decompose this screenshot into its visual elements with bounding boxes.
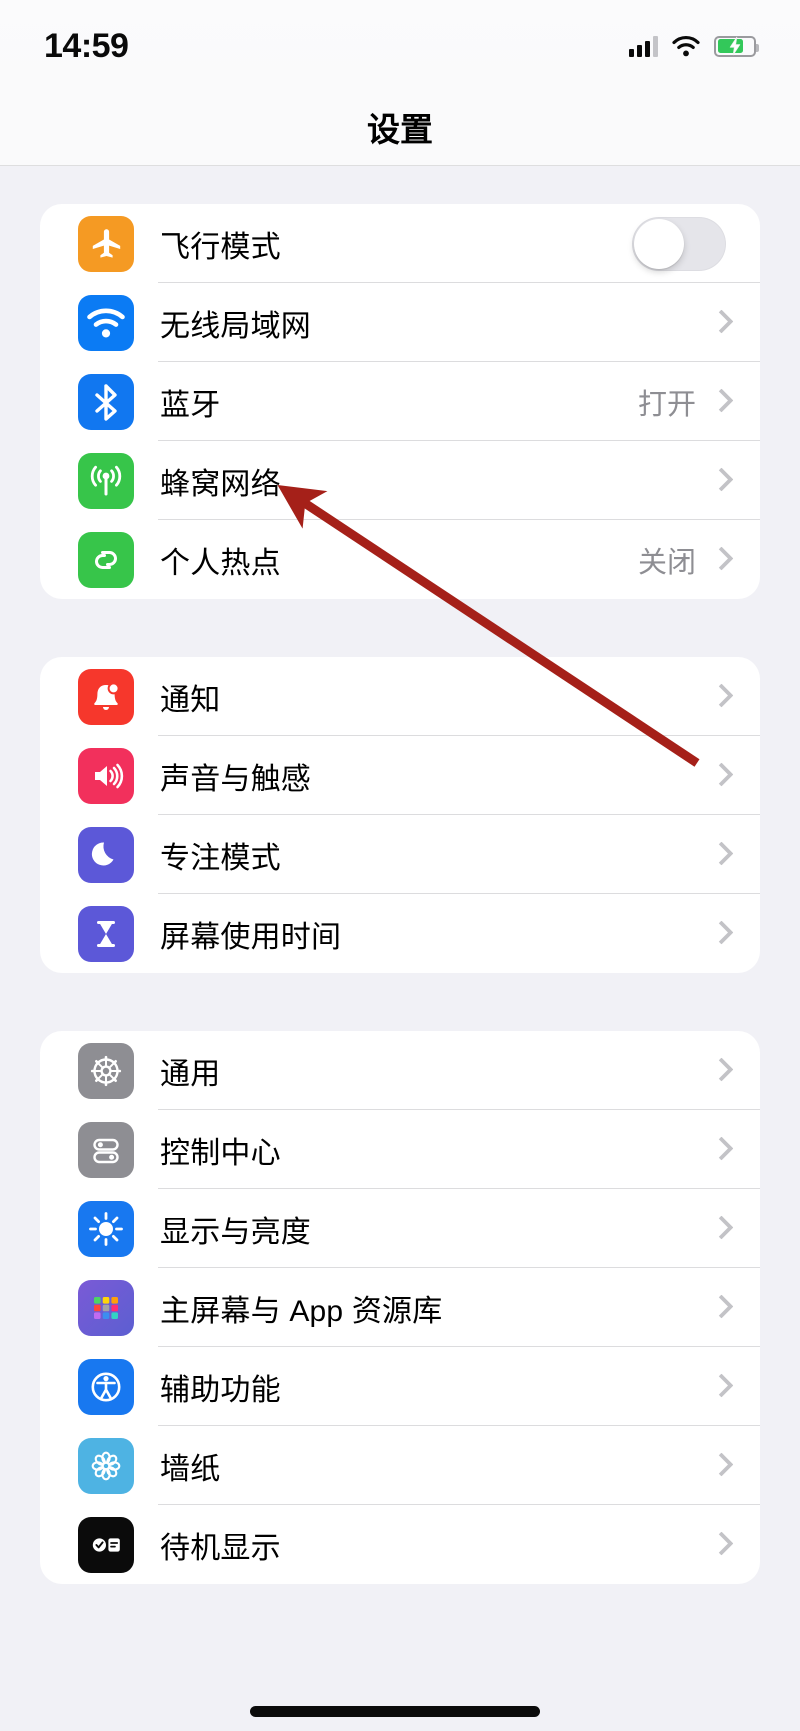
settings-row-label: 主屏幕与 App 资源库 — [160, 1294, 443, 1328]
settings-row-label: 显示与亮度 — [160, 1215, 311, 1249]
settings-row-cellular[interactable]: 蜂窝网络 — [40, 441, 760, 520]
settings-row-label: 通用 — [160, 1057, 221, 1091]
settings-row-label: 墙纸 — [160, 1452, 221, 1486]
settings-row-bluetooth[interactable]: 蓝牙 打开 — [40, 362, 760, 441]
page-title: 设置 — [367, 110, 433, 148]
settings-row-label: 辅助功能 — [160, 1373, 281, 1407]
status-clock: 14:59 — [44, 26, 129, 65]
chevron-right-icon — [712, 683, 728, 711]
chevron-right-icon — [712, 1452, 728, 1480]
settings-row-label: 控制中心 — [160, 1136, 281, 1170]
settings-row-wifi[interactable]: 无线局域网 — [40, 283, 760, 362]
chevron-right-icon — [712, 1531, 728, 1559]
settings-group-system: 通用 控制中心 显示与亮度 主屏幕与 App 资源库 辅助功能 墙纸 待机显示 — [40, 1031, 760, 1584]
cellular-signal-icon — [629, 35, 658, 57]
personal-hotspot-icon — [78, 531, 134, 588]
status-bar: 14:59 — [0, 0, 800, 88]
bell-icon — [78, 668, 134, 725]
wifi-icon — [78, 294, 134, 351]
hourglass-icon — [78, 905, 134, 962]
settings-row-accessibility[interactable]: 辅助功能 — [40, 1347, 760, 1426]
settings-list[interactable]: 飞行模式 无线局域网 蓝牙 打开 蜂窝网络 个人热点 关闭 通知 声音与触感 专… — [0, 166, 800, 1731]
battery-charging-icon — [714, 35, 759, 57]
hotspot-status-value: 关闭 — [637, 546, 696, 579]
toggle-knob — [634, 218, 684, 269]
settings-row-display-brightness[interactable]: 显示与亮度 — [40, 1189, 760, 1268]
settings-row-focus[interactable]: 专注模式 — [40, 815, 760, 894]
chevron-right-icon — [712, 1057, 728, 1085]
cellular-icon — [78, 452, 134, 509]
home-indicator — [250, 1706, 540, 1717]
settings-screen: 14:59 设置 飞行模式 无线局域网 蓝牙 打开 蜂窝网络 个人热点 关闭 通… — [0, 0, 800, 1731]
settings-row-wallpaper[interactable]: 墙纸 — [40, 1426, 760, 1505]
chevron-right-icon — [712, 1215, 728, 1243]
settings-group-alerts: 通知 声音与触感 专注模式 屏幕使用时间 — [40, 657, 760, 973]
settings-row-airplane-mode[interactable]: 飞行模式 — [40, 204, 760, 283]
settings-row-screen-time[interactable]: 屏幕使用时间 — [40, 894, 760, 973]
chevron-right-icon — [712, 762, 728, 790]
chevron-right-icon — [712, 388, 728, 416]
app-grid-icon — [78, 1279, 134, 1336]
settings-row-control-center[interactable]: 控制中心 — [40, 1110, 760, 1189]
wifi-icon — [672, 35, 700, 57]
chevron-right-icon — [712, 1373, 728, 1401]
chevron-right-icon — [712, 920, 728, 948]
settings-group-connectivity: 飞行模式 无线局域网 蓝牙 打开 蜂窝网络 个人热点 关闭 — [40, 204, 760, 599]
brightness-icon — [78, 1200, 134, 1257]
settings-row-label: 无线局域网 — [160, 309, 311, 343]
chevron-right-icon — [712, 467, 728, 495]
settings-row-sounds-haptics[interactable]: 声音与触感 — [40, 736, 760, 815]
settings-row-label: 专注模式 — [160, 841, 281, 875]
settings-row-notifications[interactable]: 通知 — [40, 657, 760, 736]
moon-icon — [78, 826, 134, 883]
control-center-icon — [78, 1121, 134, 1178]
wallpaper-icon — [78, 1437, 134, 1494]
settings-row-label: 待机显示 — [160, 1531, 281, 1565]
accessibility-icon — [78, 1358, 134, 1415]
settings-row-personal-hotspot[interactable]: 个人热点 关闭 — [40, 520, 760, 599]
airplane-mode-toggle[interactable] — [632, 216, 726, 271]
speaker-icon — [78, 747, 134, 804]
bluetooth-icon — [78, 373, 134, 430]
chevron-right-icon — [712, 841, 728, 869]
settings-row-label: 蓝牙 — [160, 388, 221, 422]
settings-row-label: 飞行模式 — [160, 230, 281, 264]
settings-row-label: 个人热点 — [160, 546, 281, 580]
gear-icon — [78, 1042, 134, 1099]
standby-icon — [78, 1516, 134, 1573]
settings-row-label: 蜂窝网络 — [160, 467, 281, 501]
chevron-right-icon — [712, 309, 728, 337]
settings-row-label: 屏幕使用时间 — [160, 920, 342, 954]
navigation-bar: 设置 — [0, 88, 800, 166]
settings-row-general[interactable]: 通用 — [40, 1031, 760, 1110]
chevron-right-icon — [712, 1294, 728, 1322]
settings-row-label: 通知 — [160, 683, 221, 717]
status-indicators — [629, 35, 759, 57]
airplane-icon — [78, 215, 134, 272]
settings-row-label: 声音与触感 — [160, 762, 311, 796]
settings-row-home-screen[interactable]: 主屏幕与 App 资源库 — [40, 1268, 760, 1347]
settings-row-standby[interactable]: 待机显示 — [40, 1505, 760, 1584]
chevron-right-icon — [712, 1136, 728, 1164]
chevron-right-icon — [712, 546, 728, 574]
bluetooth-status-value: 打开 — [637, 388, 696, 421]
